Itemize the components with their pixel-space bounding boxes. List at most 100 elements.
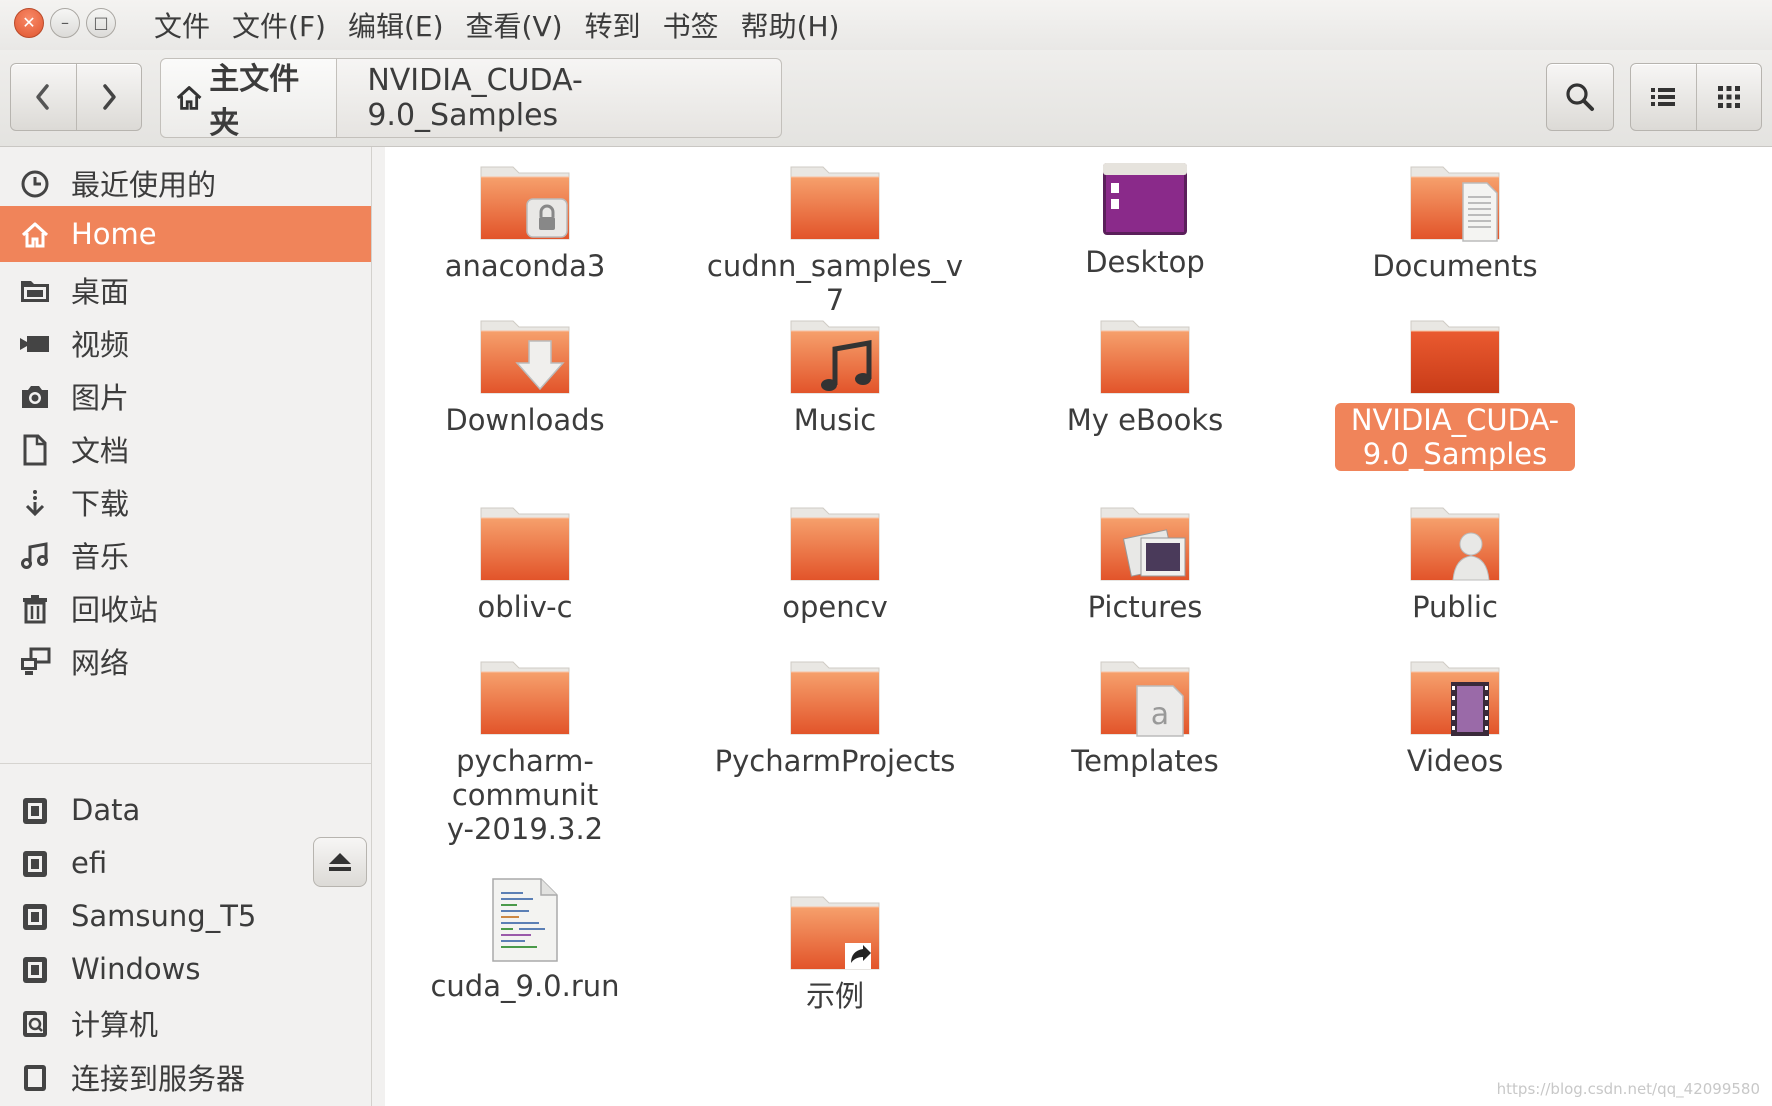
sidebar-item-recent[interactable]: 最近使用的	[0, 155, 371, 211]
file-item[interactable]: Videos	[1315, 656, 1595, 778]
list-view-button[interactable]	[1631, 64, 1696, 130]
trash-icon	[18, 592, 52, 626]
file-item[interactable]: anaconda3	[385, 161, 665, 283]
sidebar-item-label: 图片	[71, 381, 130, 415]
file-item[interactable]: Pictures	[1005, 502, 1285, 624]
file-item[interactable]: Public	[1315, 502, 1595, 624]
folder-icon	[1407, 502, 1503, 584]
toolbar: 主文件夹 NVIDIA_CUDA-9.0_Samples	[0, 50, 1772, 147]
grid-view-icon	[1717, 86, 1740, 108]
file-item[interactable]: PycharmProjects	[695, 656, 975, 778]
home-icon	[18, 218, 52, 252]
window-maximize-button[interactable]: □	[86, 8, 116, 38]
file-name: Videos	[1406, 744, 1504, 778]
list-view-icon	[1651, 88, 1676, 106]
document-icon	[18, 433, 52, 467]
sidebar-item-label: Windows	[71, 952, 201, 986]
file-item[interactable]: cudnn_samples_v7	[695, 161, 975, 317]
window-minimize-button[interactable]: –	[50, 8, 80, 38]
search-button[interactable]	[1546, 63, 1614, 131]
sidebar-item-data[interactable]: Data	[0, 782, 371, 838]
file-item[interactable]: Downloads	[385, 315, 665, 437]
folder-icon	[1097, 315, 1193, 397]
drive-icon	[18, 794, 52, 828]
breadcrumb-home[interactable]: 主文件夹	[161, 59, 338, 141]
file-item[interactable]: 示例	[695, 891, 975, 1013]
file-item[interactable]: My eBooks	[1005, 315, 1285, 437]
file-item[interactable]: obliv-c	[385, 502, 665, 624]
sidebar-item-documents[interactable]: 文档	[0, 421, 371, 477]
folder-icon	[1097, 502, 1193, 584]
sidebar-item-label: 连接到服务器	[71, 1062, 246, 1096]
file-name: anaconda3	[444, 249, 606, 283]
file-item[interactable]: Documents	[1315, 161, 1595, 283]
sidebar-item-pictures[interactable]: 图片	[0, 368, 371, 424]
file-item[interactable]: pycharm-community-2019.3.2	[385, 656, 665, 846]
file-item[interactable]: Music	[695, 315, 975, 437]
sidebar-item-connect-server[interactable]: 连接到服务器	[0, 1049, 371, 1105]
folder-icon: a	[1097, 656, 1193, 738]
menu-list: 文件 文件(F) 编辑(E) 查看(V) 转到 书签 帮助(H)	[154, 0, 861, 50]
menu-bookmarks[interactable]: 书签	[663, 5, 719, 45]
file-item[interactable]: Desktop	[1005, 161, 1285, 279]
menu-file-app[interactable]: 文件	[154, 5, 210, 45]
music-note-icon	[18, 539, 52, 573]
sidebar-item-label: Home	[71, 217, 157, 251]
drive-icon	[18, 847, 52, 881]
folder-icon	[477, 315, 573, 397]
file-name: opencv	[782, 590, 888, 624]
folder-icon	[477, 161, 573, 243]
sidebar-item-desktop[interactable]: 桌面	[0, 262, 371, 318]
sidebar-item-label: 最近使用的	[71, 168, 217, 202]
menu-bar: ✕ – □ 文件 文件(F) 编辑(E) 查看(V) 转到 书签 帮助(H)	[0, 0, 1772, 51]
grid-view-button[interactable]	[1695, 64, 1762, 130]
chevron-left-icon	[36, 84, 49, 110]
sidebar-item-samsung-t5[interactable]: Samsung_T5	[0, 888, 371, 944]
file-name: PycharmProjects	[714, 744, 956, 778]
breadcrumb-current[interactable]: NVIDIA_CUDA-9.0_Samples	[337, 59, 781, 137]
sidebar-item-computer[interactable]: 计算机	[0, 995, 371, 1051]
sidebar-item-downloads[interactable]: 下载	[0, 474, 371, 530]
sidebar-item-label: 网络	[71, 646, 130, 680]
menu-view[interactable]: 查看(V)	[466, 5, 563, 45]
sidebar-item-windows[interactable]: Windows	[0, 941, 371, 997]
sidebar-separator	[0, 763, 371, 764]
recent-clock-icon	[18, 167, 52, 201]
download-arrow-icon	[18, 486, 52, 520]
server-icon	[18, 1061, 52, 1095]
sidebar-item-label: Samsung_T5	[71, 899, 257, 933]
sidebar: 最近使用的 Home 桌面 视频 图片 文档 下载 音乐 回收站 网络 Data	[0, 147, 372, 1106]
back-button[interactable]	[11, 64, 76, 130]
sidebar-item-videos[interactable]: 视频	[0, 315, 371, 371]
file-name: Desktop	[1085, 245, 1205, 279]
file-item[interactable]: cuda_9.0.run	[385, 877, 665, 1003]
file-name: cuda_9.0.run	[430, 969, 620, 1003]
file-item[interactable]: opencv	[695, 502, 975, 624]
folder-icon	[787, 502, 883, 584]
folder-icon	[787, 315, 883, 397]
sidebar-item-trash[interactable]: 回收站	[0, 580, 371, 636]
chevron-right-icon	[103, 84, 116, 110]
menu-go[interactable]: 转到	[585, 5, 641, 45]
breadcrumb-home-label: 主文件夹	[209, 62, 300, 141]
forward-button[interactable]	[75, 64, 142, 130]
sidebar-item-label: 下载	[71, 487, 130, 521]
desktop-folder-icon	[18, 274, 52, 308]
menu-edit[interactable]: 编辑(E)	[348, 5, 444, 45]
sidebar-item-music[interactable]: 音乐	[0, 527, 371, 583]
sidebar-item-label: 桌面	[71, 275, 130, 309]
sidebar-item-network[interactable]: 网络	[0, 633, 371, 689]
menu-file[interactable]: 文件(F)	[232, 5, 326, 45]
window-close-button[interactable]: ✕	[14, 8, 44, 38]
menu-help[interactable]: 帮助(H)	[741, 5, 840, 45]
file-item[interactable]: a Templates	[1005, 656, 1285, 778]
desktop-folder-icon	[1097, 161, 1193, 239]
sidebar-item-home[interactable]: Home	[0, 206, 371, 262]
file-icon-view: anaconda3 cudnn_samples_v7 Desktop Document…	[385, 147, 1772, 1106]
eject-button[interactable]	[313, 837, 367, 887]
folder-icon	[787, 161, 883, 243]
file-item[interactable]: NVIDIA_CUDA-9.0_Samples	[1315, 315, 1595, 471]
sidebar-item-efi[interactable]: efi	[0, 835, 300, 891]
view-mode-buttons	[1630, 63, 1762, 131]
sidebar-item-label: 视频	[71, 328, 130, 362]
